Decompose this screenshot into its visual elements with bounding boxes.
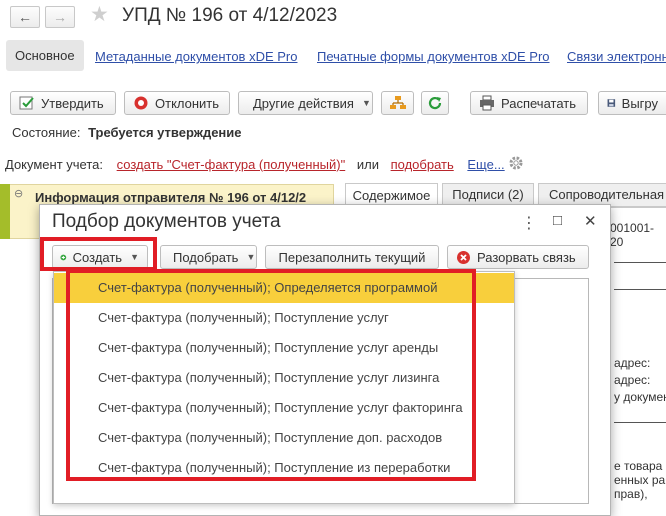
doc-fragment: у докумен	[614, 390, 666, 404]
tab-xde-print-forms[interactable]: Печатные формы документов xDE Pro	[317, 49, 550, 64]
settings-gear-icon[interactable]	[507, 154, 525, 172]
pick-button[interactable]: Подобрать ▼	[160, 245, 257, 269]
tab-electronic-links[interactable]: Связи электронн	[567, 49, 666, 64]
doc-code: 001001-20	[610, 221, 655, 249]
status-label: Состояние:	[12, 125, 81, 140]
account-doc-row: Документ учета: создать "Счет-фактура (п…	[5, 157, 505, 172]
approve-icon	[19, 96, 34, 110]
or-text: или	[356, 157, 379, 172]
window-title: УПД № 196 от 4/12/2023	[122, 5, 338, 26]
refresh-icon	[428, 96, 442, 110]
forward-button[interactable]: →	[45, 6, 75, 28]
printer-icon	[480, 95, 494, 111]
doc-fragment: прав),	[614, 487, 648, 501]
tab-xde-metadata[interactable]: Метаданные документов xDE Pro	[95, 49, 297, 64]
doc-fragment: адрес:	[614, 373, 651, 387]
doc-fragment: енных раб	[614, 473, 666, 487]
cancel-circle-icon	[457, 250, 470, 264]
sender-panel-title: Информация отправителя № 196 от 4/12/2	[35, 190, 307, 205]
more-link[interactable]: Еще...	[467, 157, 504, 172]
menu-annotation	[66, 269, 476, 481]
save-disk-icon	[607, 99, 616, 107]
account-doc-label: Документ учета:	[5, 157, 104, 172]
create-button-annotation	[40, 237, 157, 271]
doc-line	[614, 422, 666, 423]
doc-line	[614, 262, 666, 263]
dialog-title: Подбор документов учета	[52, 211, 281, 232]
hierarchy-icon	[389, 96, 406, 109]
collapse-icon[interactable]: ⊖	[14, 187, 23, 200]
unlink-button[interactable]: Разорвать связь	[447, 245, 589, 269]
pick-link[interactable]: подобрать	[391, 157, 454, 172]
create-invoice-link[interactable]: создать "Счет-фактура (полученный)"	[117, 157, 346, 172]
chevron-down-icon: ▼	[246, 252, 256, 262]
close-icon[interactable]: ✕	[584, 212, 597, 230]
approve-button[interactable]: Утвердить	[10, 91, 116, 115]
reject-button[interactable]: Отклонить	[124, 91, 230, 115]
refill-current-button[interactable]: Перезаполнить текущий	[265, 245, 439, 269]
favorite-star-icon[interactable]: ★	[90, 2, 109, 27]
maximize-icon[interactable]: □	[553, 212, 562, 229]
doc-fragment: е товара	[614, 459, 663, 473]
status-row: Состояние: Требуется утверждение	[12, 125, 242, 140]
other-actions-button[interactable]: Другие действия ▼	[238, 91, 373, 115]
reject-icon	[134, 96, 148, 110]
print-button[interactable]: Распечатать	[470, 91, 588, 115]
status-value: Требуется утверждение	[88, 125, 242, 140]
chevron-down-icon: ▼	[361, 98, 371, 108]
tab-main[interactable]: Основное	[6, 40, 84, 71]
upload-button[interactable]: Выгру	[598, 91, 666, 115]
arrow-right-icon: →	[53, 9, 67, 25]
structure-button[interactable]	[381, 91, 414, 115]
back-button[interactable]: ←	[10, 6, 40, 28]
arrow-left-icon: ←	[18, 9, 32, 25]
refresh-button[interactable]	[421, 91, 449, 115]
more-options-icon[interactable]: ⋮	[521, 213, 537, 233]
doc-fragment: адрес:	[614, 356, 651, 370]
sender-panel-marker	[0, 184, 10, 239]
doc-line	[614, 289, 666, 290]
